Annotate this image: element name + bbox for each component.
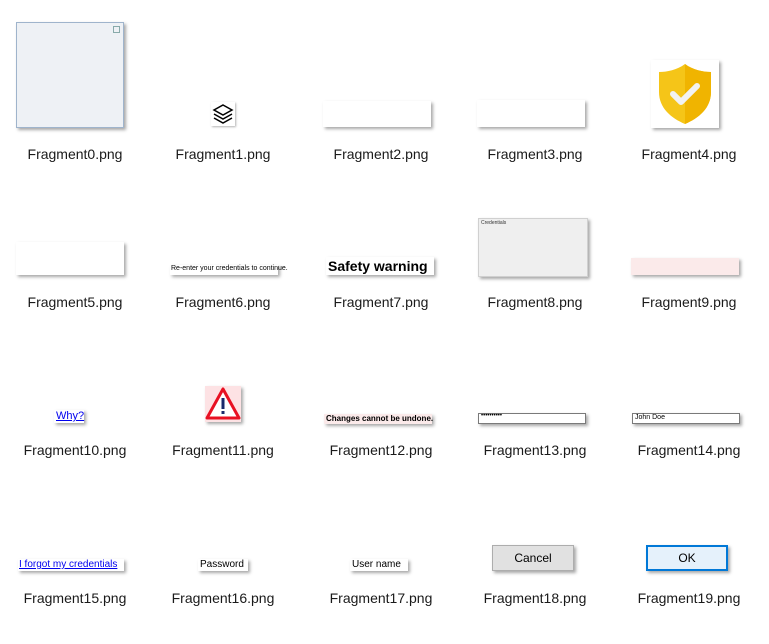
password-field: ••••••••••: [478, 413, 586, 424]
ok-button: OK: [646, 545, 728, 571]
thumbnail-groupbox: Credentials: [478, 218, 588, 277]
thumbnail-bold-note: Changes cannot be undone.: [324, 414, 434, 424]
stacked-layers-icon: [211, 102, 235, 126]
file-name: Fragment16.png: [171, 590, 275, 606]
file-item[interactable]: OK Fragment19.png: [614, 452, 764, 606]
file-item[interactable]: Fragment0.png: [0, 8, 150, 162]
file-item[interactable]: Re-enter your credentials to continue. F…: [148, 156, 298, 310]
username-field: John Doe: [632, 413, 740, 424]
cancel-button: Cancel: [492, 545, 574, 571]
file-grid: { "files": [ {"name": "Fragment0.png"}, …: [0, 0, 769, 644]
file-item[interactable]: Password Fragment16.png: [148, 452, 298, 606]
thumbnail-link: Why?: [54, 410, 85, 423]
thumbnail-blank-panel: [16, 242, 124, 275]
file-item[interactable]: Fragment2.png: [306, 8, 456, 162]
file-item[interactable]: •••••••••• Fragment13.png: [460, 304, 610, 458]
file-name: Fragment19.png: [637, 590, 741, 606]
file-item[interactable]: Fragment5.png: [0, 156, 150, 310]
thumbnail-blank-panel: [323, 101, 431, 127]
file-item[interactable]: I forgot my credentials Fragment15.png: [0, 452, 150, 606]
file-item[interactable]: Changes cannot be undone. Fragment12.png: [306, 304, 456, 458]
file-item[interactable]: Fragment1.png: [148, 8, 298, 162]
thumbnail-label: Password: [198, 559, 248, 571]
file-item[interactable]: Safety warning Fragment7.png: [306, 156, 456, 310]
file-item[interactable]: Fragment4.png: [614, 8, 764, 162]
file-item[interactable]: Credentials Fragment8.png: [460, 156, 610, 310]
thumbnail-heading: Safety warning: [326, 257, 434, 275]
file-item[interactable]: Why? Fragment10.png: [0, 304, 150, 458]
file-item[interactable]: User name Fragment17.png: [306, 452, 456, 606]
file-name: Fragment17.png: [329, 590, 433, 606]
thumbnail-label: User name: [350, 559, 408, 571]
file-name: Fragment18.png: [483, 590, 587, 606]
file-item[interactable]: Fragment11.png: [148, 304, 298, 458]
file-item[interactable]: Fragment9.png: [614, 156, 764, 310]
thumbnail-text-label: Re-enter your credentials to continue.: [170, 265, 288, 275]
file-name: Fragment15.png: [23, 590, 127, 606]
thumbnail-blank-panel: [477, 100, 585, 127]
thumbnail-dialog: [16, 22, 124, 128]
shield-check-icon: [651, 60, 719, 128]
file-item[interactable]: Cancel Fragment18.png: [460, 452, 610, 606]
warning-triangle-icon: [205, 386, 241, 422]
file-item[interactable]: John Doe Fragment14.png: [614, 304, 764, 458]
file-item[interactable]: Fragment3.png: [460, 8, 610, 162]
thumbnail-pink-band: [631, 258, 739, 275]
thumbnail-link: I forgot my credentials: [18, 559, 124, 571]
